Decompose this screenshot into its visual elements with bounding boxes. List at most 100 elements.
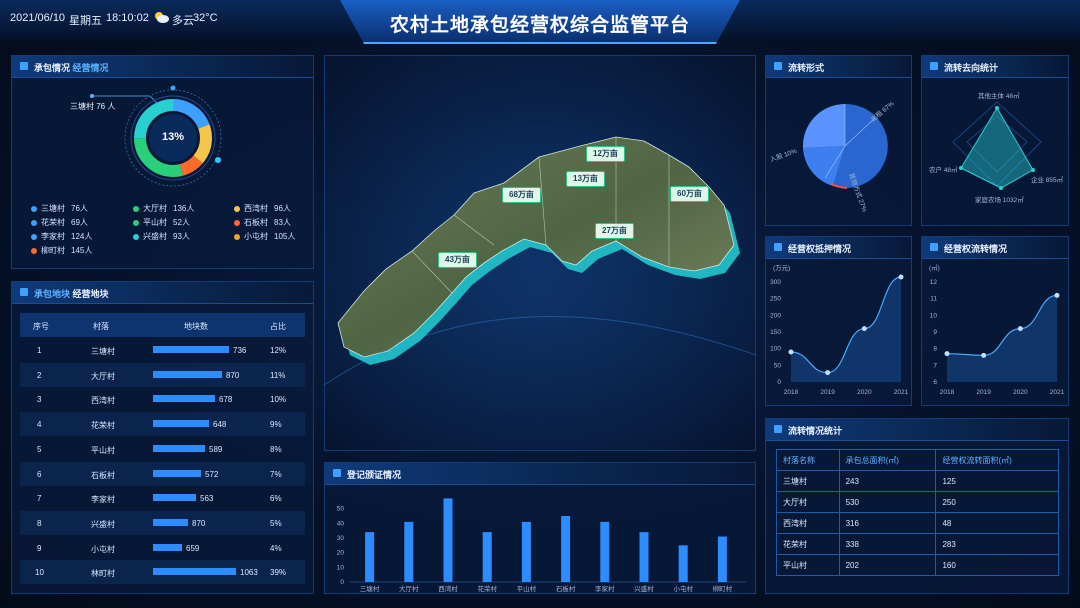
map-area-tag[interactable]: 68万亩	[502, 187, 541, 203]
tab-operation[interactable]: 经营情况	[73, 63, 109, 73]
map-area-tag[interactable]: 12万亩	[586, 146, 625, 162]
table-row[interactable]: 大厅村 530 250	[776, 491, 1059, 513]
data-point[interactable]	[1017, 326, 1023, 332]
legend-label: 兴盛村	[143, 232, 167, 241]
row-village: 平山村	[91, 445, 115, 455]
legend-label: 平山村	[143, 218, 167, 227]
col-contract-area: 承包总面积(㎡)	[838, 449, 937, 471]
bar[interactable]	[443, 498, 453, 582]
y-tick-label: 150	[770, 329, 781, 336]
row-village: 大厅村	[91, 371, 115, 381]
data-point[interactable]	[825, 370, 831, 376]
legend-label: 李家村	[41, 232, 65, 241]
data-point[interactable]	[898, 274, 904, 280]
cell-transfer-area: 125	[935, 470, 1059, 492]
table-row[interactable]: 5 平山村 589 8%	[20, 437, 305, 461]
x-tick-label: 兴盛村	[634, 584, 654, 593]
table-row[interactable]: 9 小屯村 659 4%	[20, 536, 305, 560]
x-tick-label: 平山村	[517, 584, 537, 593]
legend-value: 96人	[274, 204, 291, 213]
row-village: 小屯村	[91, 544, 115, 554]
folder-icon	[333, 469, 341, 477]
map-area-tag[interactable]: 27万亩	[595, 223, 634, 239]
area-fill	[791, 277, 901, 382]
table-row[interactable]: 三塘村 243 125	[776, 470, 1059, 492]
col-transfer-area: 经营权流转面积(㎡)	[935, 449, 1059, 471]
table-row[interactable]: 平山村 202 160	[776, 554, 1059, 576]
transfer-line-chart: (㎡) 6 7 8 9 10 11 12 2018 2019 2020 2021	[929, 263, 1065, 396]
legend-label: 花荣村	[41, 218, 65, 227]
x-tick-label: 2020	[1013, 389, 1028, 396]
bar[interactable]	[678, 545, 688, 582]
data-point[interactable]	[981, 352, 987, 358]
map-area-tag[interactable]: 43万亩	[438, 252, 477, 268]
cell-village: 平山村	[776, 554, 840, 576]
folder-icon	[20, 62, 28, 70]
table-row[interactable]: 4 花荣村 648 9%	[20, 412, 305, 437]
legend-label: 西湾村	[244, 204, 268, 213]
col-pct: 占比	[270, 322, 286, 331]
tab-contract-plots[interactable]: 承包地块	[34, 289, 70, 299]
row-no: 9	[37, 543, 42, 553]
dashboard: 农村土地承包经营权综合监管平台 2021/06/10 星期五 18:10:02 …	[0, 0, 1080, 608]
bar[interactable]	[482, 532, 492, 582]
flow-stats-header-row: 村落名称 承包总面积(㎡) 经营权流转面积(㎡)	[776, 449, 1059, 471]
cell-contract-area: 530	[838, 491, 937, 513]
row-village: 林町村	[91, 569, 115, 579]
table-row[interactable]: 西湾村 316 48	[776, 512, 1059, 534]
legend-item: 三塘村 76人	[31, 203, 121, 214]
table-row[interactable]: 6 石板村 572 7%	[20, 461, 305, 486]
legend-label: 三塘村	[41, 204, 65, 213]
table-row[interactable]: 8 兴盛村 870 5%	[20, 510, 305, 535]
legend-label: 小屯村	[244, 232, 268, 241]
legend-value: 124人	[71, 232, 93, 241]
data-point[interactable]	[944, 351, 950, 357]
bar[interactable]	[521, 521, 531, 582]
table-row[interactable]: 10 林町村 1063 39%	[20, 560, 305, 585]
bar[interactable]	[717, 536, 727, 582]
bar[interactable]	[600, 521, 610, 582]
data-point[interactable]	[861, 326, 867, 332]
y-tick-label: 300	[770, 279, 781, 286]
row-count: 736	[233, 346, 247, 355]
donut-chart	[90, 85, 222, 187]
x-tick-label: 小屯村	[673, 584, 693, 593]
data-point[interactable]	[1054, 292, 1060, 298]
row-pct: 8%	[270, 444, 282, 454]
cell-village: 西湾村	[776, 512, 840, 534]
row-pct: 9%	[270, 420, 282, 430]
folder-icon	[930, 243, 938, 251]
map-area-tag[interactable]: 60万亩	[670, 186, 709, 202]
legend-label: 大厅村	[143, 204, 167, 213]
table-row[interactable]: 7 李家村 563 6%	[20, 486, 305, 510]
y-tick-label: 30	[337, 535, 345, 542]
legend-item: 大厅村 136人	[133, 203, 223, 214]
tab-operation-plots[interactable]: 经营地块	[73, 289, 109, 299]
map-area-tag[interactable]: 13万亩	[566, 171, 605, 187]
bar[interactable]	[365, 532, 375, 582]
county-map	[324, 136, 756, 386]
row-count: 1063	[240, 568, 258, 578]
folder-icon	[20, 288, 28, 296]
bar[interactable]	[404, 521, 414, 582]
cell-village: 花荣村	[776, 533, 840, 555]
rose-label-share: 入股 10%	[769, 147, 798, 164]
bar[interactable]	[561, 516, 571, 582]
table-row[interactable]: 1 三塘村 736 12%	[20, 338, 305, 362]
bar[interactable]	[639, 532, 649, 582]
row-no: 3	[37, 395, 42, 405]
legend-label: 石板村	[244, 218, 268, 227]
row-pct: 4%	[270, 543, 282, 553]
y-tick-label: 0	[340, 579, 344, 586]
row-no: 4	[37, 420, 42, 430]
legend-label: 柳町村	[41, 246, 65, 255]
legend-item: 李家村 124人	[31, 231, 121, 242]
cell-village: 三塘村	[776, 470, 840, 492]
tab-contract[interactable]: 承包情况	[34, 63, 70, 73]
cell-contract-area: 202	[838, 554, 937, 576]
table-row[interactable]: 花荣村 338 283	[776, 533, 1059, 555]
row-no: 10	[35, 568, 44, 578]
data-point[interactable]	[788, 349, 794, 355]
table-row[interactable]: 3 西湾村 678 10%	[20, 387, 305, 411]
table-row[interactable]: 2 大厅村 870 11%	[20, 362, 305, 387]
